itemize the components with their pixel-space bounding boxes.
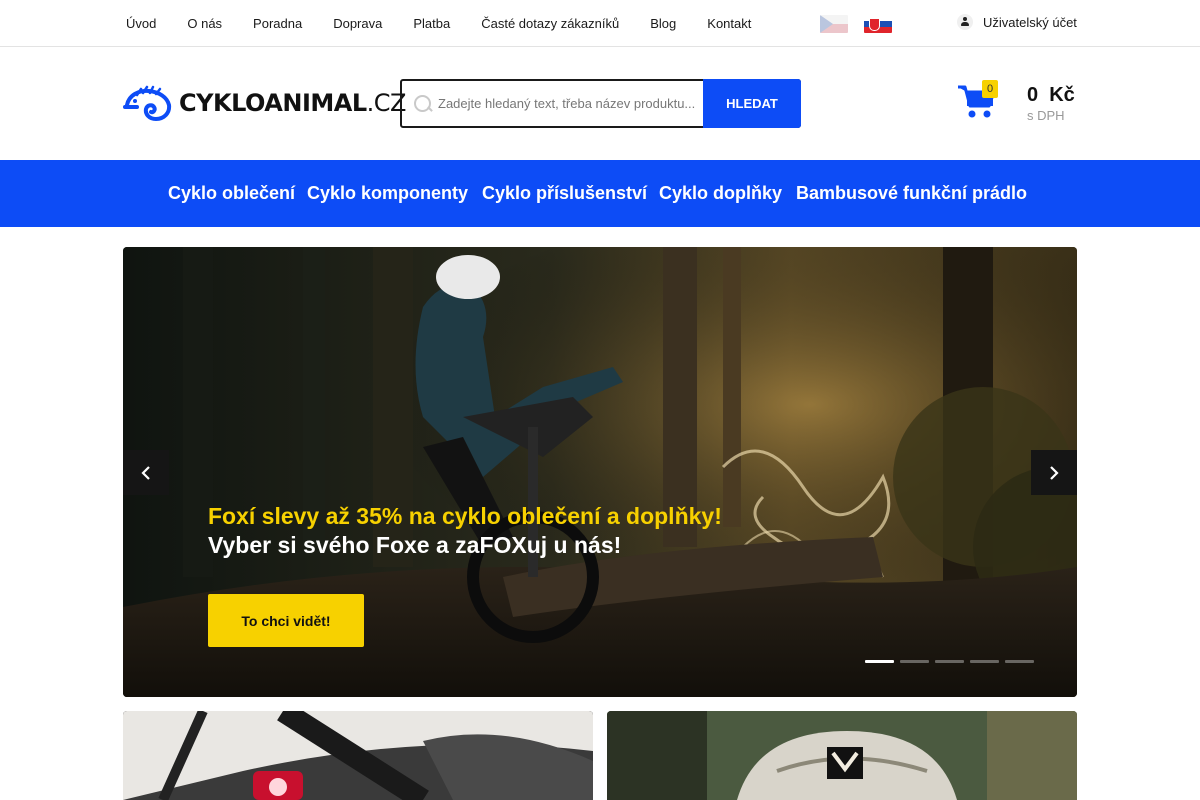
topnav-link-doprava[interactable]: Doprava [333,16,382,31]
cart-total[interactable]: 0 Kč [1027,84,1075,107]
czech-flag-icon[interactable] [820,15,848,33]
slider-dot-3[interactable] [935,660,964,663]
hero-subline: Vyber si svého Foxe a zaFOXuj u nás! [208,532,622,558]
cart-count-badge: 0 [982,80,998,98]
user-icon [957,14,973,30]
search-input[interactable] [438,96,700,111]
category-cyklo-komponenty[interactable]: Cyklo komponenty [307,183,468,204]
topnav-link-platba[interactable]: Platba [413,16,450,31]
hero-slider: Foxí slevy až 35% na cyklo oblečení a do… [123,247,1077,697]
logo-main-text: CYKLOANIMAL [179,89,367,117]
category-bambusove-pradlo[interactable]: Bambusové funkční prádlo [796,183,1027,204]
slider-dot-1[interactable] [865,660,894,663]
promo-tile-lights[interactable] [123,711,593,800]
topnav-link-blog[interactable]: Blog [650,16,676,31]
category-cyklo-obleceni[interactable]: Cyklo oblečení [168,183,295,204]
slider-next-button[interactable] [1031,450,1077,495]
promo-bike-light-image [123,711,593,800]
slider-dots [865,660,1034,663]
top-nav: Úvod O nás Poradna Doprava Platba Časté … [126,0,782,46]
topnav-link-faq[interactable]: Časté dotazy zákazníků [481,16,619,31]
user-account-link[interactable]: Uživatelský účet [957,14,1077,30]
slider-dot-5[interactable] [1005,660,1034,663]
logo-wordmark: CYKLOANIMAL.CZ [179,89,406,117]
category-nav: Cyklo oblečení Cyklo komponenty Cyklo př… [0,160,1200,227]
cart-button[interactable]: 0 [957,80,1001,124]
topnav-link-kontakt[interactable]: Kontakt [707,16,751,31]
search-icon [414,94,432,113]
promo-tile-helmets[interactable] [607,711,1077,800]
category-cyklo-doplnky[interactable]: Cyklo doplňky [659,183,782,204]
search-bar: HLEDAT [400,79,801,128]
slider-dot-2[interactable] [900,660,929,663]
hero-headline: Foxí slevy až 35% na cyklo oblečení a do… [208,503,722,529]
category-cyklo-prislusenstvi[interactable]: Cyklo příslušenství [482,183,647,204]
slider-dot-4[interactable] [970,660,999,663]
search-button[interactable]: HLEDAT [703,79,801,128]
cart-vat-label: s DPH [1027,108,1065,123]
language-switcher [820,15,892,33]
chameleon-logo-icon [123,85,172,121]
hero-cta-button[interactable]: To chci vidět! [208,594,364,647]
top-bar: Úvod O nás Poradna Doprava Platba Časté … [0,0,1200,47]
chevron-left-icon [141,465,150,480]
slovak-flag-icon[interactable] [864,15,892,33]
promo-helmet-image [607,711,1077,800]
header: CYKLOANIMAL.CZ HLEDAT 0 0 Kč s DPH [0,47,1200,160]
user-account-label: Uživatelský účet [983,14,1077,30]
topnav-link-poradna[interactable]: Poradna [253,16,302,31]
slider-prev-button[interactable] [123,450,169,495]
chevron-right-icon [1050,465,1059,480]
topnav-link-uvod[interactable]: Úvod [126,16,156,31]
site-logo[interactable]: CYKLOANIMAL.CZ [123,85,406,121]
topnav-link-o-nas[interactable]: O nás [187,16,222,31]
